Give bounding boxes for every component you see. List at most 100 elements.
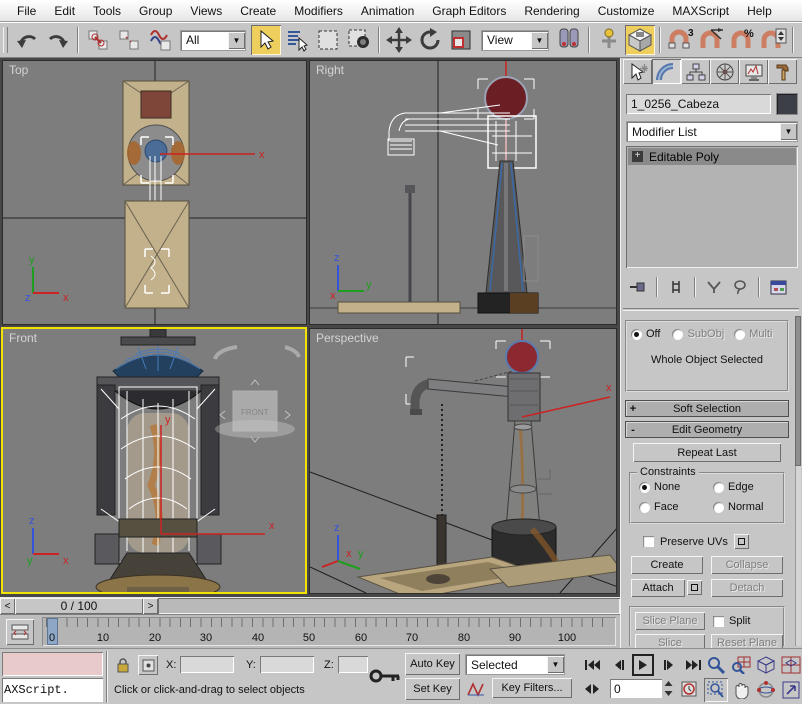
viewport-top-label[interactable]: Top: [9, 63, 28, 77]
select-and-rotate-button[interactable]: [415, 25, 445, 55]
absolute-offset-mode-toggle[interactable]: [138, 655, 158, 675]
next-frame-arrow[interactable]: >: [143, 598, 158, 614]
select-by-name-button[interactable]: [282, 25, 312, 55]
viewport-right[interactable]: z x y Right: [309, 60, 617, 325]
set-key-button[interactable]: Set Key: [405, 678, 460, 700]
time-slider[interactable]: 0 / 100: [15, 598, 143, 614]
mini-curve-editor-button[interactable]: [6, 619, 34, 645]
viewport-perspective[interactable]: x z x: [309, 328, 617, 594]
panel-scrollbar[interactable]: [795, 316, 801, 646]
modifier-stack[interactable]: + Editable Poly: [626, 146, 798, 268]
current-frame-field[interactable]: 0: [610, 679, 662, 698]
rectangular-selection-region-button[interactable]: [313, 25, 343, 55]
radio-subobj[interactable]: [672, 329, 683, 340]
menu-create[interactable]: Create: [231, 4, 285, 18]
radio-multi[interactable]: [734, 329, 745, 340]
tab-create[interactable]: [623, 59, 652, 84]
default-tangents-button[interactable]: [465, 678, 487, 700]
radio-off[interactable]: [631, 329, 642, 340]
panel-scrollbar-thumb[interactable]: [795, 316, 801, 466]
tab-display[interactable]: [739, 59, 768, 84]
viewport-right-label[interactable]: Right: [316, 63, 344, 77]
create-button[interactable]: Create: [631, 556, 703, 574]
configure-modifier-sets-button[interactable]: [765, 276, 791, 298]
modifier-list-combo[interactable]: Modifier List ▼: [626, 121, 798, 142]
menu-modifiers[interactable]: Modifiers: [285, 4, 352, 18]
selection-set-combo[interactable]: Selected ▼: [465, 654, 565, 675]
use-pivot-center-button[interactable]: [554, 25, 584, 55]
preserve-uvs-settings-button[interactable]: [734, 534, 749, 549]
object-color-swatch[interactable]: [777, 94, 797, 114]
bind-to-space-warp-button[interactable]: [145, 25, 175, 55]
attach-button[interactable]: Attach: [631, 579, 685, 597]
tab-hierarchy[interactable]: [681, 59, 710, 84]
arc-rotate-button[interactable]: [754, 678, 778, 702]
radio-constraint-normal[interactable]: [713, 502, 724, 513]
menu-maxscript[interactable]: MAXScript: [663, 4, 738, 18]
menu-tools[interactable]: Tools: [84, 4, 130, 18]
zoom-all-button[interactable]: [729, 653, 753, 677]
previous-frame-arrow[interactable]: <: [0, 598, 15, 614]
pin-stack-button[interactable]: [625, 276, 651, 298]
percent-snap-button[interactable]: %: [727, 25, 757, 55]
menu-help[interactable]: Help: [738, 4, 781, 18]
toolbar-grip[interactable]: [3, 27, 8, 53]
next-frame-button[interactable]: [658, 655, 680, 675]
attach-settings-button[interactable]: [687, 580, 702, 595]
x-coordinate-field[interactable]: [180, 656, 234, 673]
region-zoom-button[interactable]: [704, 678, 728, 702]
chevron-down-icon[interactable]: ▼: [780, 123, 797, 140]
collapse-button[interactable]: Collapse: [711, 556, 783, 574]
stack-item-editable-poly[interactable]: + Editable Poly: [628, 148, 796, 165]
keyboard-shortcut-override-button[interactable]: [625, 25, 655, 55]
make-unique-button[interactable]: [701, 276, 727, 298]
selection-lock-toggle[interactable]: [113, 655, 133, 675]
frame-spinner[interactable]: [663, 679, 674, 698]
menu-graph-editors[interactable]: Graph Editors: [423, 4, 515, 18]
menu-animation[interactable]: Animation: [352, 4, 423, 18]
menu-group[interactable]: Group: [130, 4, 181, 18]
viewport-front-label[interactable]: Front: [9, 331, 37, 345]
angle-snap-button[interactable]: [696, 25, 726, 55]
zoom-extents-all-button[interactable]: [779, 653, 802, 677]
menu-file[interactable]: File: [8, 4, 45, 18]
key-filters-button[interactable]: Key Filters...: [492, 678, 572, 698]
viewport-top[interactable]: x y z x Top: [2, 60, 307, 325]
object-name-field[interactable]: 1_0256_Cabeza: [626, 94, 771, 114]
tab-motion[interactable]: [710, 59, 739, 84]
auto-key-button[interactable]: Auto Key: [405, 653, 460, 675]
chevron-down-icon[interactable]: ▼: [228, 32, 245, 49]
rollout-expand-icon[interactable]: +: [626, 403, 640, 415]
zoom-extents-button[interactable]: [754, 653, 778, 677]
z-coordinate-field[interactable]: [338, 656, 368, 673]
radio-constraint-face[interactable]: [639, 502, 650, 513]
chevron-down-icon[interactable]: ▼: [547, 656, 564, 673]
preserve-uvs-checkbox[interactable]: [643, 536, 654, 547]
show-end-result-button[interactable]: [663, 276, 689, 298]
time-slider-track[interactable]: [158, 598, 620, 614]
min-max-toggle-button[interactable]: [779, 678, 802, 702]
selection-filter-combo[interactable]: All ▼: [180, 30, 246, 51]
snaps-toggle-button[interactable]: 3: [665, 25, 695, 55]
menu-rendering[interactable]: Rendering: [515, 4, 588, 18]
window-crossing-button[interactable]: [344, 25, 374, 55]
previous-frame-button[interactable]: [608, 655, 630, 675]
expand-plus-icon[interactable]: +: [632, 151, 643, 162]
zoom-button[interactable]: [704, 653, 728, 677]
macro-recorder-pane[interactable]: [2, 652, 103, 676]
select-and-move-button[interactable]: [384, 25, 414, 55]
rollout-soft-selection[interactable]: + Soft Selection: [625, 400, 789, 417]
repeat-last-button[interactable]: Repeat Last: [633, 443, 781, 462]
time-configuration-button[interactable]: [678, 679, 700, 699]
undo-button[interactable]: [12, 25, 42, 55]
menu-customize[interactable]: Customize: [589, 4, 664, 18]
maxscript-mini-listener[interactable]: AXScript.: [2, 652, 103, 702]
rollout-collapse-icon[interactable]: -: [626, 424, 640, 436]
key-mode-toggle-button[interactable]: [580, 679, 604, 699]
radio-constraint-none[interactable]: [639, 482, 650, 493]
pan-view-button[interactable]: [729, 678, 753, 702]
go-to-end-button[interactable]: [682, 655, 706, 675]
select-object-button[interactable]: [251, 25, 281, 55]
menu-views[interactable]: Views: [181, 4, 231, 18]
set-keys-button[interactable]: [368, 653, 402, 699]
